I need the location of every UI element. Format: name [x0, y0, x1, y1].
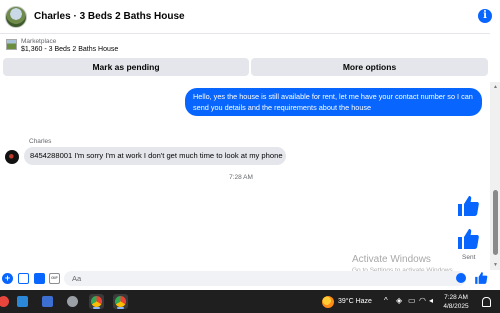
listing-price-title: $1,360 - 3 Beds 2 Baths House	[21, 46, 119, 53]
message-composer: + GIF Aa	[0, 268, 490, 289]
marketplace-listing[interactable]: Marketplace $1,360 - 3 Beds 2 Baths Hous…	[0, 36, 490, 56]
scroll-up-icon[interactable]: ▲	[493, 84, 498, 90]
image-icon[interactable]	[18, 273, 29, 284]
start-icon[interactable]	[0, 294, 11, 309]
send-thumbs-up-icon[interactable]	[474, 271, 488, 285]
more-options-button[interactable]: More options	[251, 58, 488, 76]
scrollbar-thumb[interactable]	[493, 190, 498, 255]
conversation-header: Charles · 3 Beds 2 Baths House	[0, 0, 490, 34]
thumbs-up-icon[interactable]	[456, 194, 480, 218]
file-explorer-icon[interactable]	[15, 294, 30, 309]
tray-app-icon[interactable]: ◈	[396, 296, 402, 305]
gif-icon[interactable]: GIF	[49, 273, 60, 284]
system-clock[interactable]: 7:28 AM 4/8/2025	[438, 293, 474, 311]
conversation-title[interactable]: Charles · 3 Beds 2 Baths House	[34, 11, 185, 22]
terminal-icon[interactable]	[40, 294, 55, 309]
clock-date: 4/8/2025	[443, 303, 469, 310]
listing-avatar[interactable]	[5, 5, 27, 28]
outgoing-message[interactable]: Hello, yes the house is still available …	[185, 88, 482, 116]
marketplace-label: Marketplace	[21, 38, 57, 45]
info-icon[interactable]: i	[478, 9, 492, 23]
weather-text[interactable]: 39°C Haze	[338, 298, 372, 305]
chrome-icon[interactable]	[89, 294, 104, 309]
mark-as-pending-button[interactable]: Mark as pending	[3, 58, 249, 76]
message-thread: Hello, yes the house is still available …	[0, 82, 490, 274]
sent-status: Sent	[462, 254, 476, 261]
scroll-down-icon[interactable]: ▼	[493, 262, 498, 268]
weather-icon[interactable]	[322, 296, 334, 308]
thumbs-up-icon[interactable]	[456, 227, 480, 251]
chrome-icon[interactable]	[113, 294, 128, 309]
clock-time: 7:28 AM	[444, 294, 468, 301]
notification-bell-icon[interactable]	[482, 297, 491, 307]
incoming-message[interactable]: 8454288001 I'm sorry I'm at work I don't…	[24, 147, 286, 165]
message-timestamp: 7:28 AM	[229, 174, 253, 181]
chevron-up-icon[interactable]: ^	[384, 296, 388, 305]
battery-icon[interactable]: ▭	[408, 296, 416, 305]
sticker-icon[interactable]	[34, 273, 45, 284]
wifi-icon[interactable]: ◠	[419, 296, 426, 305]
listing-thumbnail	[6, 39, 17, 50]
plus-icon[interactable]: +	[2, 273, 13, 284]
sender-avatar[interactable]	[5, 150, 19, 164]
sender-name: Charles	[29, 138, 52, 145]
emoji-icon[interactable]	[456, 273, 466, 283]
message-input[interactable]: Aa	[64, 271, 466, 286]
volume-icon[interactable]: ◂	[429, 296, 433, 305]
activation-watermark-title: Activate Windows	[352, 254, 431, 265]
browser-icon[interactable]	[65, 294, 80, 309]
